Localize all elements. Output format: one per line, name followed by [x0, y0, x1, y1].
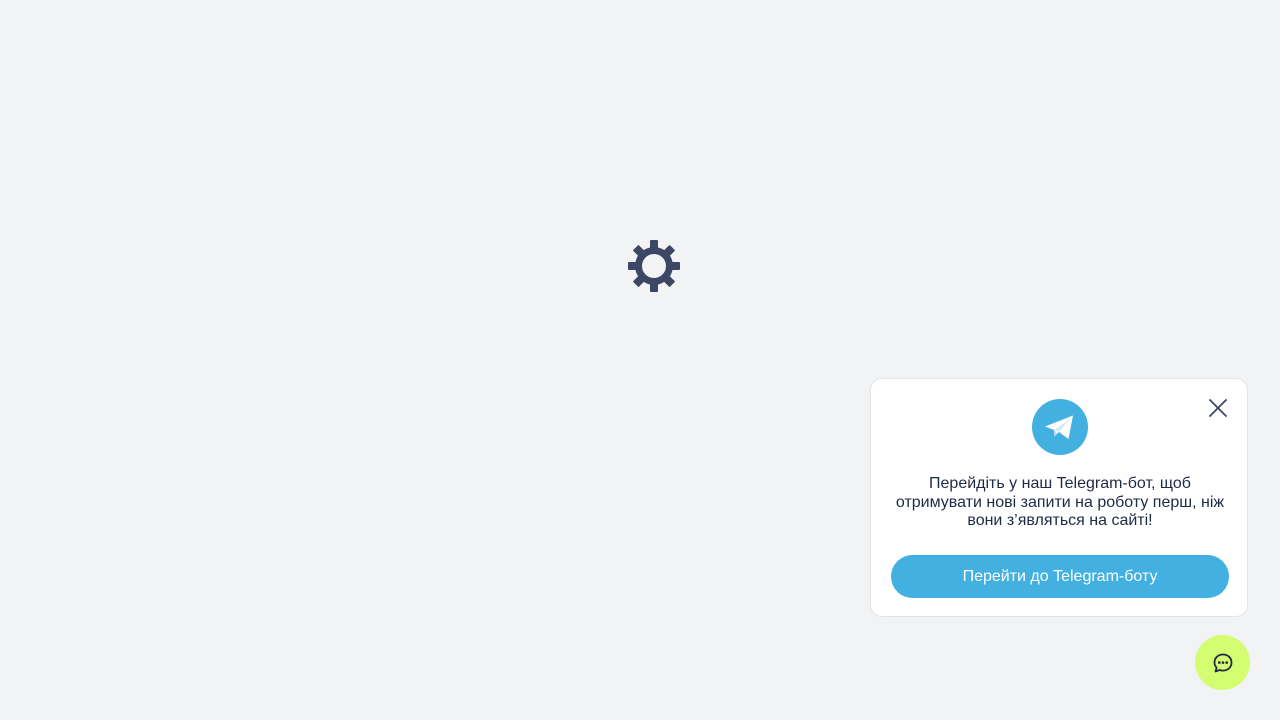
- page: Перейдіть у наш Telegram-бот, щоб отриму…: [0, 0, 1280, 720]
- telegram-icon: [1032, 399, 1088, 455]
- chat-button[interactable]: [1195, 635, 1250, 690]
- go-to-telegram-button[interactable]: Перейти до Telegram-боту: [891, 555, 1229, 598]
- close-icon[interactable]: [1207, 397, 1229, 419]
- gear-icon: [628, 240, 680, 292]
- telegram-popup: Перейдіть у наш Telegram-бот, щоб отриму…: [870, 378, 1248, 617]
- chat-icon: [1213, 653, 1232, 672]
- popup-message: Перейдіть у наш Telegram-бот, щоб отриму…: [895, 475, 1225, 529]
